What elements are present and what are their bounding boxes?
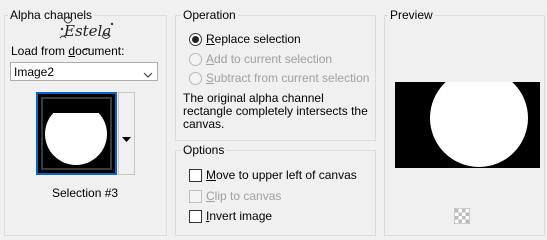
thumbnail-dropdown-button[interactable] — [118, 92, 135, 175]
radio-subtract-from-selection[interactable] — [189, 72, 202, 85]
preview-image — [395, 69, 540, 168]
load-from-document-label: Load from document: — [11, 44, 125, 58]
thumbnail-caption: Selection #3 — [52, 186, 119, 200]
caret-down-icon — [122, 131, 131, 145]
checkbox-invert-image[interactable] — [189, 210, 202, 223]
document-select[interactable]: Image2 — [10, 62, 158, 81]
label-invert-image[interactable]: Invert image — [206, 209, 272, 224]
chevron-down-icon — [143, 68, 153, 78]
radio-replace-selection[interactable] — [189, 33, 202, 46]
document-select-value: Image2 — [14, 65, 55, 79]
selection-thumbnail[interactable] — [36, 92, 117, 175]
watermark-text: Estela — [64, 22, 112, 40]
checkbox-move-to-upper-left[interactable] — [189, 169, 202, 182]
operation-note: The original alpha channel rectangle com… — [183, 91, 368, 131]
transparency-checker-icon[interactable] — [453, 207, 471, 225]
label-add-to-selection[interactable]: Add to current selection — [206, 52, 332, 67]
label-replace-selection[interactable]: Replace selection — [206, 32, 301, 47]
options-title: Options — [181, 143, 227, 157]
operation-title: Operation — [181, 8, 238, 22]
label-move-to-upper-left[interactable]: Move to upper left of canvas — [206, 168, 357, 183]
label-subtract-from-selection[interactable]: Subtract from current selection — [206, 71, 369, 86]
label-clip-to-canvas[interactable]: Clip to canvas — [206, 189, 281, 204]
checkbox-clip-to-canvas[interactable] — [189, 190, 202, 203]
radio-add-to-selection[interactable] — [189, 53, 202, 66]
preview-title: Preview — [388, 8, 435, 22]
